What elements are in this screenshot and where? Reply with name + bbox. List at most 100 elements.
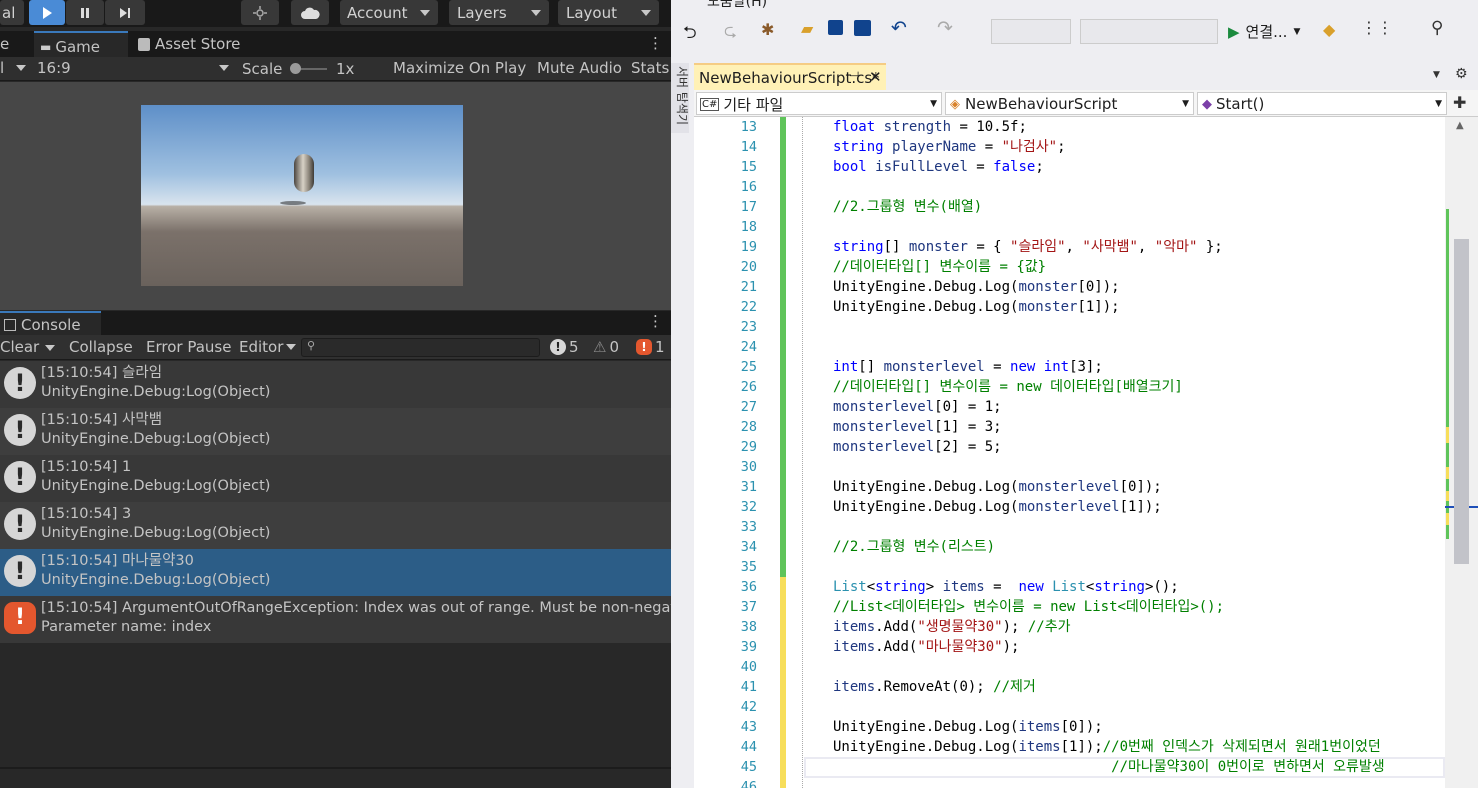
scale-slider-handle[interactable] [290, 63, 301, 74]
tab-list-icon[interactable]: ▼ [1433, 70, 1440, 80]
undo-icon[interactable]: ↶ [891, 17, 907, 39]
member-dropdown[interactable]: ◆ Start() ▼ [1197, 92, 1447, 115]
line-number: 38 [740, 619, 757, 635]
code-line: string[] monster = { "슬라임", "사막뱀", "악마" … [833, 239, 1223, 255]
tab-newbehaviourscript[interactable]: NewBehaviourScript.cs* ⊣ ✕ [694, 63, 886, 90]
code-line: UnityEngine.Debug.Log(monsterlevel[1]); [833, 499, 1162, 515]
line-number: 45 [740, 759, 757, 775]
code-editor[interactable]: 13 float strength = 10.5f; 14 string pla… [694, 117, 1445, 788]
gear-icon[interactable]: ⚙ [1455, 66, 1468, 82]
game-view[interactable] [0, 82, 671, 310]
redo-icon[interactable]: ↷ [937, 17, 953, 39]
chevron-down-icon [16, 65, 27, 71]
log-entry[interactable]: ! [15:10:54] 사막뱀 UnityEngine.Debug:Log(O… [0, 408, 671, 455]
save-all-icon[interactable] [854, 20, 871, 36]
tab-scene[interactable]: e [0, 35, 9, 53]
server-explorer-strip[interactable]: 서버 탐색기 [671, 63, 689, 133]
new-project-icon[interactable]: ✱ [761, 20, 774, 39]
layers-dropdown[interactable]: Layers [449, 0, 549, 25]
scale-slider[interactable] [290, 63, 327, 74]
account-dropdown[interactable]: Account [340, 0, 438, 25]
collapse-button[interactable]: Collapse [69, 338, 133, 356]
collab-button[interactable] [241, 0, 279, 25]
cloud-button[interactable] [291, 0, 329, 25]
scroll-thumb[interactable] [1454, 239, 1469, 564]
scroll-up-icon[interactable]: ▲ [1456, 120, 1464, 131]
code-line: List<string> items = new List<string>(); [833, 579, 1179, 595]
open-folder-icon[interactable]: ▰ [801, 19, 813, 38]
log-entry[interactable]: ! [15:10:54] 3 UnityEngine.Debug:Log(Obj… [0, 502, 671, 549]
gamepad-icon: ▬ [40, 39, 52, 54]
display-dropdown[interactable]: l [0, 59, 30, 77]
split-icon[interactable]: ✚ [1453, 93, 1466, 112]
mute-audio-toggle[interactable]: Mute Audio [537, 59, 622, 77]
stats-toggle[interactable]: Stats [631, 59, 669, 77]
info-icon: ! [4, 414, 36, 446]
maximize-on-play-toggle[interactable]: Maximize On Play [393, 59, 526, 77]
tab-game[interactable]: ▬ Game [34, 31, 128, 57]
tab-console[interactable]: Console [0, 311, 101, 335]
scroll-change-map [1446, 209, 1449, 539]
line-number: 18 [740, 219, 757, 235]
save-icon[interactable] [828, 20, 843, 35]
layout-dropdown[interactable]: Layout [558, 0, 659, 25]
line-number: 36 [740, 579, 757, 595]
connect-button[interactable]: ▶ 연결... ▼ [1228, 21, 1300, 42]
toolbar-left-stub[interactable]: al [0, 0, 24, 25]
cloud-icon [301, 7, 320, 19]
log-entry[interactable]: ! [15:10:54] 1 UnityEngine.Debug:Log(Obj… [0, 455, 671, 502]
format-icon[interactable]: ⋮⋮ [1361, 18, 1393, 37]
back-icon[interactable]: ⮌ [683, 20, 697, 49]
play-button[interactable] [29, 0, 65, 25]
scale-label: Scale [242, 60, 283, 78]
clear-options-icon[interactable] [45, 345, 55, 351]
warning-count-toggle[interactable]: ⚠ 0 [593, 338, 619, 356]
log-message: [15:10:54] 3 [41, 506, 132, 522]
code-line: UnityEngine.Debug.Log(items[0]); [833, 719, 1103, 735]
forward-icon[interactable]: ⮎ [724, 20, 737, 47]
attach-icon[interactable]: ◆ [1323, 20, 1335, 39]
kebab-menu-icon[interactable]: ⋮ [648, 34, 663, 52]
log-entry[interactable]: ! [15:10:54] 슬라임 UnityEngine.Debug:Log(O… [0, 361, 671, 408]
class-dropdown[interactable]: ◈ NewBehaviourScript ▼ [945, 92, 1194, 115]
project-dropdown[interactable]: C# 기타 파일 ▼ [696, 92, 942, 115]
pin-icon[interactable]: ⊣ [849, 69, 859, 83]
step-button[interactable] [105, 0, 145, 25]
chevron-down-icon [286, 344, 297, 350]
help-menu[interactable]: 도움말(H) [707, 0, 767, 11]
editor-dropdown[interactable]: Editor [239, 338, 297, 356]
platform-dropdown[interactable] [1080, 19, 1218, 44]
code-line: items.Add("마나물약30"); [833, 639, 1020, 655]
error-count-toggle[interactable]: ! 1 [636, 338, 665, 356]
close-icon[interactable]: ✕ [869, 68, 882, 86]
line-number: 39 [740, 639, 757, 655]
play-icon: ▶ [1228, 22, 1240, 41]
config-dropdown[interactable] [991, 19, 1071, 44]
code-line: float strength = 10.5f; [833, 119, 1027, 135]
console-detail-divider[interactable] [0, 767, 671, 769]
tab-asset-store[interactable]: Asset Store [138, 35, 240, 53]
log-entry-error[interactable]: ! [15:10:54] ArgumentOutOfRangeException… [0, 596, 671, 643]
log-entry-selected[interactable]: ! [15:10:54] 마나물약30 UnityEngine.Debug:Lo… [0, 549, 671, 596]
clear-button[interactable]: Clear [0, 338, 39, 356]
vertical-scrollbar[interactable]: ▲ [1445, 117, 1478, 788]
console-log-list: ! [15:10:54] 슬라임 UnityEngine.Debug:Log(O… [0, 361, 671, 643]
code-line: UnityEngine.Debug.Log(monster[0]); [833, 279, 1120, 295]
code-line: monsterlevel[0] = 1; [833, 399, 1002, 415]
kebab-menu-icon[interactable]: ⋮ [648, 312, 663, 330]
info-count-toggle[interactable]: ! 5 [550, 338, 579, 356]
navigation-bar: C# 기타 파일 ▼ ◈ NewBehaviourScript ▼ ◆ Star… [694, 90, 1478, 117]
unity-toolbar: al Account Layers Layout [0, 0, 671, 27]
game-view-toolbar: l 16:9 Scale 1x Maximize On Play Mute Au… [0, 57, 671, 81]
console-search-input[interactable]: ⚲ [301, 338, 540, 357]
line-number: 44 [740, 739, 757, 755]
code-line: items.Add("생명물약30"); //추가 [833, 619, 1071, 635]
aspect-dropdown[interactable]: 16:9 [37, 59, 229, 77]
pause-button[interactable] [66, 0, 104, 25]
search-icon: ⚲ [307, 339, 316, 352]
live-share-icon[interactable]: ⚲ [1431, 18, 1443, 38]
unity-editor: al Account Layers Layout e ▬ Game Asset … [0, 0, 671, 788]
scroll-change-map-unsaved [1446, 467, 1449, 479]
line-number: 32 [740, 499, 757, 515]
error-pause-button[interactable]: Error Pause [146, 338, 231, 356]
